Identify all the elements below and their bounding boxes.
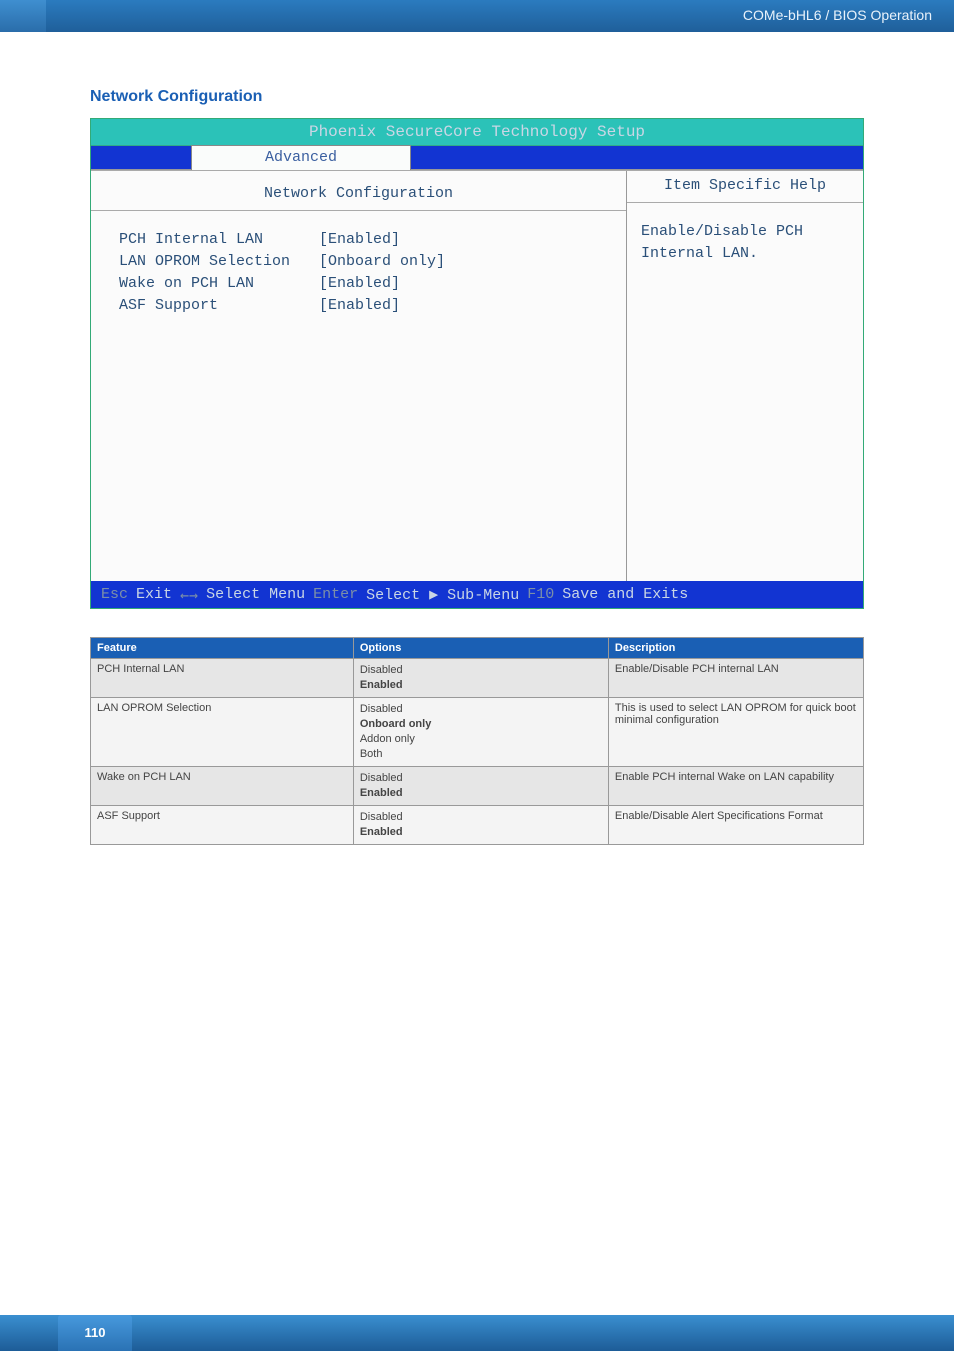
key-leftright: ←→ [180,586,198,604]
footer-bar [0,1315,954,1351]
cell-feature: PCH Internal LAN [91,659,354,698]
cell-feature: ASF Support [91,806,354,845]
key-leftright-label: Select Menu [206,586,305,603]
cell-feature: LAN OPROM Selection [91,698,354,767]
th-options: Options [353,638,608,659]
key-enter-label: Select ▶ Sub-Menu [366,585,519,604]
cell-options: DisabledEnabled [353,659,608,698]
breadcrumb: COMe-bHL6 / BIOS Operation [743,7,932,23]
setting-value: [Enabled] [319,295,400,317]
key-enter: Enter [313,586,358,603]
bios-settings-list: PCH Internal LAN [Enabled] LAN OPROM Sel… [91,211,626,521]
key-esc: Esc [101,586,128,603]
bios-help-pane: Item Specific Help Enable/Disable PCH In… [627,171,863,581]
setting-value: [Enabled] [319,273,400,295]
section-title: Network Configuration [90,88,864,106]
bios-title: Phoenix SecureCore Technology Setup [91,119,863,146]
bios-left-heading: Network Configuration [91,179,626,211]
option-value: Both [360,747,602,762]
option-value: Enabled [360,678,602,693]
table-row: ASF SupportDisabledEnabledEnable/Disable… [91,806,864,845]
key-f10: F10 [527,586,554,603]
bios-key-legend: Esc Exit ←→ Select Menu Enter Select ▶ S… [91,581,863,608]
bios-body: Network Configuration PCH Internal LAN [… [91,170,863,581]
page-header: COMe-bHL6 / BIOS Operation [0,0,954,32]
setting-label: ASF Support [119,295,319,317]
cell-description: Enable/Disable Alert Specifications Form… [608,806,863,845]
bios-panel: Phoenix SecureCore Technology Setup Adva… [90,118,864,609]
setting-value: [Enabled] [319,229,400,251]
table-row: Wake on PCH LANDisabledEnabledEnable PCH… [91,767,864,806]
page-number: 110 [58,1315,132,1351]
setting-value: [Onboard only] [319,251,445,273]
setting-row[interactable]: PCH Internal LAN [Enabled] [119,229,626,251]
key-esc-label: Exit [136,586,172,603]
th-feature: Feature [91,638,354,659]
table-row: LAN OPROM SelectionDisabledOnboard onlyA… [91,698,864,767]
option-value: Addon only [360,732,602,747]
cell-options: DisabledEnabled [353,767,608,806]
th-description: Description [608,638,863,659]
cell-description: This is used to select LAN OPROM for qui… [608,698,863,767]
cell-options: DisabledEnabled [353,806,608,845]
cell-feature: Wake on PCH LAN [91,767,354,806]
feature-table: Feature Options Description PCH Internal… [90,637,864,845]
option-value: Disabled [360,663,602,678]
table-header-row: Feature Options Description [91,638,864,659]
bios-help-heading: Item Specific Help [627,171,863,203]
setting-row[interactable]: ASF Support [Enabled] [119,295,626,317]
option-value: Disabled [360,810,602,825]
cell-description: Enable/Disable PCH internal LAN [608,659,863,698]
option-value: Enabled [360,786,602,801]
option-value: Disabled [360,702,602,717]
bios-left-pane: Network Configuration PCH Internal LAN [… [91,171,627,581]
table-row: PCH Internal LANDisabledEnabledEnable/Di… [91,659,864,698]
header-accent [0,0,46,32]
cell-options: DisabledOnboard onlyAddon onlyBoth [353,698,608,767]
setting-label: LAN OPROM Selection [119,251,319,273]
option-value: Disabled [360,771,602,786]
page-content: Network Configuration Phoenix SecureCore… [0,32,954,845]
setting-label: PCH Internal LAN [119,229,319,251]
tab-advanced[interactable]: Advanced [191,145,411,170]
setting-row[interactable]: LAN OPROM Selection [Onboard only] [119,251,626,273]
key-f10-label: Save and Exits [562,586,688,603]
setting-row[interactable]: Wake on PCH LAN [Enabled] [119,273,626,295]
setting-label: Wake on PCH LAN [119,273,319,295]
option-value: Onboard only [360,717,602,732]
bios-help-text: Enable/Disable PCH Internal LAN. [627,203,863,513]
page-footer: 110 [0,1305,954,1351]
option-value: Enabled [360,825,602,840]
cell-description: Enable PCH internal Wake on LAN capabili… [608,767,863,806]
bios-tab-bar: Advanced [91,146,863,170]
